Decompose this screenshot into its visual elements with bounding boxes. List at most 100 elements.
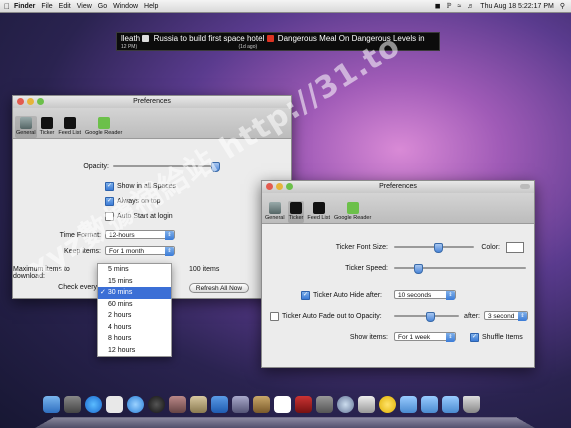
shuffle-items-checkbox[interactable]: ✓ Shuffle Items: [470, 333, 523, 342]
tab-feed-list-label: Feed List: [307, 215, 330, 221]
menu-view[interactable]: View: [77, 3, 92, 10]
close-icon[interactable]: [17, 98, 24, 105]
documents-folder-icon[interactable]: [421, 396, 438, 413]
auto-hide-select[interactable]: 10 seconds ⇕: [394, 290, 456, 300]
after-select[interactable]: 3 second ⇕: [484, 311, 528, 321]
tab-ticker[interactable]: Ticker: [287, 201, 305, 223]
apple-menu-icon[interactable]: : [0, 2, 14, 11]
menu-app-name[interactable]: Finder: [14, 3, 35, 10]
auto-fade-checkbox[interactable]: Ticker Auto Fade out to Opacity:: [270, 312, 382, 321]
ticker-speed-slider[interactable]: [394, 264, 526, 274]
tab-google-reader-label: Google Reader: [84, 130, 123, 136]
check-every-label: Check every:: [58, 284, 99, 291]
wifi-icon[interactable]: ≈: [457, 3, 461, 10]
time-machine-icon[interactable]: [337, 396, 354, 413]
auto-start-checkbox[interactable]: Auto Start at login: [105, 212, 173, 221]
facetime-icon[interactable]: [232, 396, 249, 413]
tab-google-reader[interactable]: Google Reader: [84, 116, 123, 138]
trash-icon[interactable]: [463, 396, 480, 413]
check-option-selected-label: 30 mins: [107, 289, 133, 296]
downloads-folder-icon[interactable]: [442, 396, 459, 413]
volume-icon[interactable]: ♬: [467, 3, 474, 10]
mail-icon[interactable]: [64, 396, 81, 413]
checkmark-icon[interactable]: ✓: [301, 291, 310, 300]
checkmark-icon[interactable]: ✓: [470, 333, 479, 342]
menu-file[interactable]: File: [41, 3, 52, 10]
title-bar[interactable]: Preferences: [262, 181, 534, 193]
photo-booth-icon[interactable]: [295, 396, 312, 413]
check-option[interactable]: 4 hours: [98, 322, 171, 334]
ticker-font-size-slider[interactable]: [394, 243, 474, 253]
always-on-top-checkbox[interactable]: ✓ Always on top: [105, 197, 161, 206]
check-option[interactable]: 5 mins: [98, 264, 171, 276]
keep-items-select[interactable]: For 1 month ⇕: [105, 246, 175, 256]
after-label: after:: [464, 313, 480, 320]
menu-go[interactable]: Go: [98, 3, 107, 10]
close-icon[interactable]: [266, 183, 273, 190]
finder-icon[interactable]: [43, 396, 60, 413]
slider-knob[interactable]: [210, 162, 220, 172]
check-every-dropdown[interactable]: 5 mins 15 mins ✓ 30 mins 60 mins 2 hours…: [97, 263, 172, 357]
ticker-item-2[interactable]: Dangerous Meal On Dangerous Levels in: [278, 34, 425, 43]
address-book-icon[interactable]: [253, 396, 270, 413]
zoom-icon[interactable]: [286, 183, 293, 190]
menu-help[interactable]: Help: [144, 3, 158, 10]
rss-app-icon[interactable]: [106, 396, 123, 413]
minimize-icon[interactable]: [276, 183, 283, 190]
clock[interactable]: Thu Aug 18 5:22:17 PM: [480, 3, 554, 10]
preferences-icon[interactable]: [316, 396, 333, 413]
check-option[interactable]: 8 hours: [98, 333, 171, 345]
tab-feed-list[interactable]: Feed List: [306, 201, 331, 223]
tab-feed-list[interactable]: Feed List: [57, 116, 82, 138]
max-items-value[interactable]: 100 items: [189, 266, 239, 273]
search-icon[interactable]: ⚲: [560, 2, 565, 10]
checkbox-empty-icon[interactable]: [270, 312, 279, 321]
check-option[interactable]: 15 mins: [98, 276, 171, 288]
slider-knob[interactable]: [413, 264, 423, 274]
checkmark-icon[interactable]: ✓: [105, 197, 114, 206]
refresh-all-button[interactable]: Refresh All Now: [189, 283, 249, 293]
toolbar-toggle-icon[interactable]: [520, 184, 530, 189]
bluetooth-icon[interactable]: ℙ: [447, 2, 452, 10]
dock-icons: [43, 396, 480, 413]
tab-general[interactable]: General: [264, 201, 286, 223]
menu-edit[interactable]: Edit: [59, 3, 71, 10]
slider-knob[interactable]: [426, 312, 436, 322]
system-preferences-icon[interactable]: [358, 396, 375, 413]
slider-knob[interactable]: [434, 243, 443, 253]
check-option[interactable]: 60 mins: [98, 299, 171, 311]
checkbox-empty-icon[interactable]: [105, 212, 114, 221]
time-format-select[interactable]: 12-hours ⇕: [105, 230, 175, 240]
ticker-item-1[interactable]: Russia to build first space hotel: [154, 34, 265, 43]
rss-status-icon[interactable]: ◼: [435, 2, 441, 10]
check-option-selected[interactable]: ✓ 30 mins: [98, 287, 171, 299]
check-option[interactable]: 12 hours: [98, 345, 171, 357]
show-all-spaces-checkbox[interactable]: ✓ Show in all Spaces: [105, 182, 176, 191]
photos-icon[interactable]: [169, 396, 186, 413]
check-option[interactable]: 2 hours: [98, 310, 171, 322]
minimize-icon[interactable]: [27, 98, 34, 105]
app-store-icon[interactable]: [211, 396, 228, 413]
tab-general[interactable]: General: [15, 116, 37, 138]
always-on-top-label: Always on top: [117, 198, 161, 205]
show-items-select[interactable]: For 1 week ⇕: [394, 332, 456, 342]
smiley-app-icon[interactable]: [379, 396, 396, 413]
preview-icon[interactable]: [190, 396, 207, 413]
checkmark-icon[interactable]: ✓: [105, 182, 114, 191]
itunes-icon[interactable]: [85, 396, 102, 413]
calendar-icon[interactable]: [274, 396, 291, 413]
time-format-value: 12-hours: [109, 232, 135, 239]
tab-ticker[interactable]: Ticker: [39, 116, 56, 138]
auto-hide-checkbox[interactable]: ✓ Ticker Auto Hide after:: [301, 291, 382, 300]
safari-icon[interactable]: [127, 396, 144, 413]
zoom-icon[interactable]: [37, 98, 44, 105]
tab-google-reader[interactable]: Google Reader: [333, 201, 372, 223]
dashboard-icon[interactable]: [148, 396, 165, 413]
opacity-slider[interactable]: [113, 162, 220, 172]
menu-window[interactable]: Window: [113, 3, 138, 10]
fade-opacity-slider[interactable]: [394, 312, 459, 322]
news-ticker[interactable]: lleath Russia to build first space hotel…: [116, 32, 440, 51]
color-well[interactable]: [506, 242, 524, 253]
title-bar[interactable]: Preferences: [13, 96, 291, 108]
applications-folder-icon[interactable]: [400, 396, 417, 413]
